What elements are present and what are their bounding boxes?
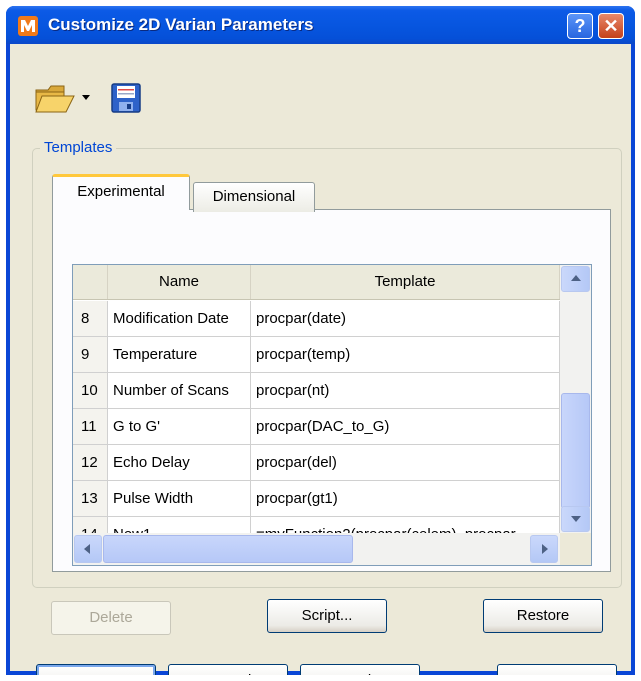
row-template-cell[interactable]: procpar(temp) (251, 337, 560, 373)
dialog-window: Customize 2D Varian Parameters ? ✕ Templ… (6, 6, 635, 675)
column-header-template[interactable]: Template (251, 265, 560, 299)
script-button[interactable]: Script... (267, 599, 387, 633)
row-template-cell[interactable]: procpar(DAC_to_G) (251, 409, 560, 445)
row-template-cell[interactable]: procpar(date) (251, 301, 560, 337)
tab-experimental[interactable]: Experimental (52, 174, 190, 210)
delete-button[interactable]: Delete (51, 601, 171, 635)
chevron-left-icon (84, 544, 90, 554)
row-number: 13 (73, 481, 108, 517)
row-number: 10 (73, 373, 108, 409)
row-template-cell[interactable]: procpar(gt1) (251, 481, 560, 517)
table-row[interactable]: 13 Pulse Width procpar(gt1) (73, 481, 560, 517)
horizontal-scrollbar[interactable] (73, 533, 560, 565)
tab-dimensional[interactable]: Dimensional (193, 182, 315, 212)
dialog-body: Templates Experimental Dimensional Name … (10, 44, 631, 675)
row-number: 12 (73, 445, 108, 481)
row-number: 9 (73, 337, 108, 373)
window-title: Customize 2D Varian Parameters (48, 15, 314, 34)
row-number: 11 (73, 409, 108, 445)
table-row[interactable]: 9 Temperature procpar(temp) (73, 337, 560, 373)
vertical-scroll-thumb[interactable] (561, 393, 590, 509)
scroll-down-button[interactable] (561, 506, 590, 532)
row-name-cell[interactable]: Echo Delay (108, 445, 251, 481)
app-logo-icon (18, 16, 38, 36)
chevron-up-icon (571, 275, 581, 281)
title-bar[interactable]: Customize 2D Varian Parameters ? ✕ (6, 6, 635, 44)
dropdown-arrow-icon[interactable] (82, 95, 90, 100)
ok-button[interactable]: OK (36, 664, 156, 675)
row-name-cell[interactable]: Number of Scans (108, 373, 251, 409)
apply-button[interactable]: Apply (300, 664, 420, 675)
templates-grid[interactable]: Name Template 8 Modification Date procpa… (72, 264, 592, 566)
scroll-left-button[interactable] (74, 535, 102, 563)
row-name-cell[interactable]: Modification Date (108, 301, 251, 337)
save-icon[interactable] (110, 82, 142, 114)
scrollbar-corner (560, 533, 591, 565)
row-template-cell[interactable]: procpar(nt) (251, 373, 560, 409)
row-name-cell[interactable]: Temperature (108, 337, 251, 373)
folder-open-icon[interactable] (34, 82, 76, 114)
vertical-scrollbar[interactable] (560, 265, 591, 533)
scroll-right-button[interactable] (530, 535, 558, 563)
more-button[interactable]: More >> (497, 664, 617, 675)
help-button[interactable]: ? (567, 13, 593, 39)
table-row[interactable]: 8 Modification Date procpar(date) (73, 301, 560, 337)
row-name-cell[interactable]: Pulse Width (108, 481, 251, 517)
chevron-right-icon (542, 544, 548, 554)
horizontal-scroll-thumb[interactable] (103, 535, 353, 563)
column-header-number[interactable] (73, 265, 108, 299)
cancel-button[interactable]: Cancel (168, 664, 288, 675)
table-row[interactable]: 12 Echo Delay procpar(del) (73, 445, 560, 481)
row-name-cell[interactable]: G to G' (108, 409, 251, 445)
row-template-cell[interactable]: procpar(del) (251, 445, 560, 481)
scroll-up-button[interactable] (561, 266, 590, 292)
row-number: 8 (73, 301, 108, 337)
close-button[interactable]: ✕ (598, 13, 624, 39)
grid-header: Name Template (73, 265, 591, 300)
templates-group-label: Templates (40, 139, 117, 156)
table-row[interactable]: 11 G to G' procpar(DAC_to_G) (73, 409, 560, 445)
chevron-down-icon (571, 516, 581, 522)
table-row[interactable]: 10 Number of Scans procpar(nt) (73, 373, 560, 409)
restore-button[interactable]: Restore (483, 599, 603, 633)
column-header-name[interactable]: Name (108, 265, 251, 299)
